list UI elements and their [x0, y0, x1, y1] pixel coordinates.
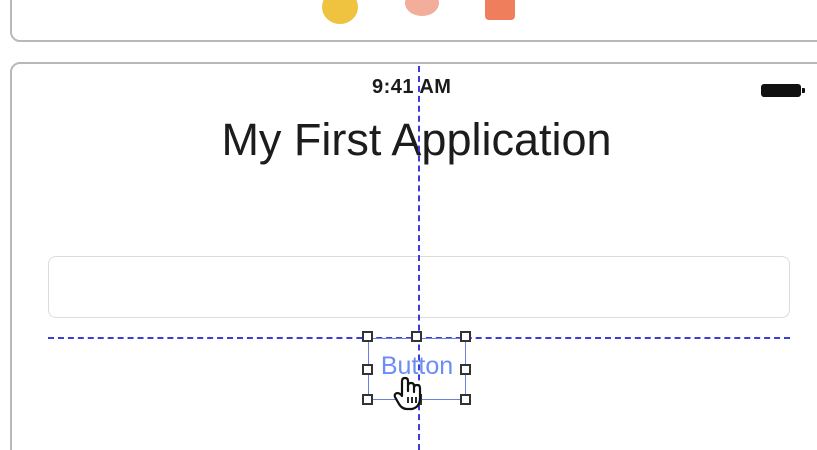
resize-handle-top-right[interactable] — [460, 331, 471, 342]
resize-handle-top-left[interactable] — [362, 331, 373, 342]
storyboard-canvas: 9:41 AM My First Application Button — [0, 0, 817, 450]
title-label[interactable]: My First Application — [0, 114, 817, 166]
resize-handle-bottom-left[interactable] — [362, 394, 373, 405]
status-bar-time: 9:41 AM — [372, 76, 452, 98]
resize-handle-bottom-right[interactable] — [460, 394, 471, 405]
resize-handle-top-center[interactable] — [411, 331, 422, 342]
resize-handle-middle-left[interactable] — [362, 364, 373, 375]
hand-pointer-icon — [393, 376, 422, 411]
red-app-icon[interactable] — [485, 0, 515, 20]
battery-icon — [761, 84, 805, 97]
resize-handle-middle-right[interactable] — [460, 364, 471, 375]
